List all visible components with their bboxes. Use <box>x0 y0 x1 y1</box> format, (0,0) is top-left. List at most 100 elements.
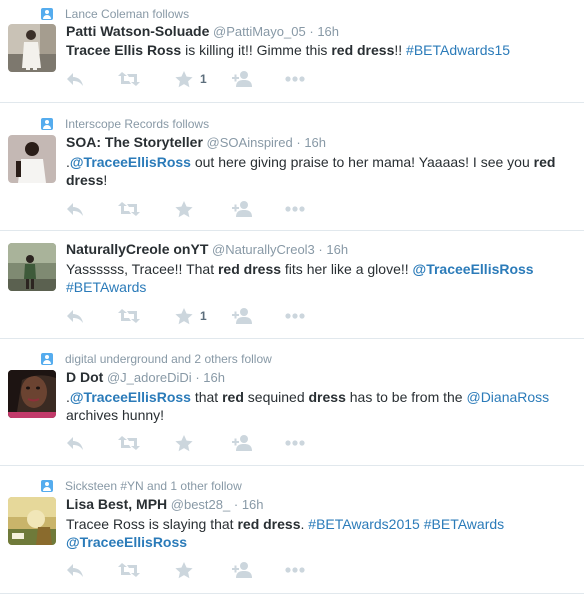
timestamp[interactable]: 16h <box>326 242 348 257</box>
reply-button[interactable] <box>66 200 84 218</box>
text-segment: !! <box>394 42 407 58</box>
separator: · <box>296 135 301 150</box>
mention-link[interactable]: @TraceeEllisRoss <box>70 154 191 170</box>
retweet-button[interactable] <box>118 200 140 218</box>
user-handle[interactable]: @NaturallyCreol3 <box>212 242 315 257</box>
follow-button[interactable] <box>232 561 254 579</box>
hashtag-link[interactable]: #BETAdwards15 <box>406 42 510 58</box>
user-handle[interactable]: @best28_ <box>171 497 230 512</box>
timestamp[interactable]: 16h <box>317 24 339 39</box>
favorite-button[interactable] <box>175 200 200 218</box>
display-name[interactable]: NaturallyCreole onYT <box>66 241 208 257</box>
text-segment: out here giving praise to her mama! Yaaa… <box>190 154 534 170</box>
more-button[interactable] <box>285 434 305 452</box>
keyword: red dress <box>331 42 395 58</box>
reply-icon <box>67 203 83 216</box>
timestamp[interactable]: 16h <box>242 497 264 512</box>
reply-button[interactable] <box>66 561 84 579</box>
follow-button[interactable] <box>232 200 254 218</box>
hashtag-link[interactable]: #BETAwards <box>424 516 504 532</box>
avatar[interactable] <box>8 497 56 545</box>
user-handle[interactable]: @J_adoreDiDi <box>107 370 192 385</box>
text-segment: ! <box>103 172 108 188</box>
tweet-item[interactable]: Lance Coleman follows Patti Watson-Solua… <box>0 0 584 103</box>
reply-icon <box>67 73 83 86</box>
keyword: red dress <box>237 516 301 532</box>
more-button[interactable] <box>285 70 305 88</box>
avatar[interactable] <box>8 135 56 183</box>
tweet-text: .@TraceeEllisRoss that red sequined dres… <box>66 388 576 424</box>
follow-button[interactable] <box>232 307 254 325</box>
reply-button[interactable] <box>66 70 84 88</box>
tweet-text-line: .@TraceeEllisRoss out here giving praise… <box>66 153 576 171</box>
avatar[interactable] <box>8 24 56 72</box>
tweet-text-line: dress! <box>66 171 576 189</box>
favorite-count: 1 <box>200 72 207 86</box>
tweet-item[interactable]: digital underground and 2 others follow … <box>0 339 584 466</box>
tweet-header: D Dot @J_adoreDiDi · 16h <box>66 369 225 385</box>
more-icon <box>285 440 305 446</box>
person-icon <box>41 353 53 365</box>
favorite-button[interactable] <box>175 434 200 452</box>
tweet-text: Yassssss, Tracee!! That red dress fits h… <box>66 260 576 296</box>
retweet-button[interactable] <box>118 70 140 88</box>
star-icon <box>175 307 193 324</box>
retweet-button[interactable] <box>118 434 140 452</box>
tweet-header: Lisa Best, MPH @best28_ · 16h <box>66 496 264 512</box>
bold-text: Tracee Ellis Ross <box>66 42 182 58</box>
user-handle[interactable]: @PattiMayo_05 <box>213 24 306 39</box>
mention-link[interactable]: @TraceeEllisRoss <box>70 389 191 405</box>
tweet-text-line: #BETAwards <box>66 278 576 296</box>
separator: · <box>309 24 314 39</box>
follow-context: Sicksteen #YN and 1 other follow <box>41 478 242 494</box>
retweet-icon <box>118 72 140 86</box>
follow-context-text: Sicksteen #YN and 1 other follow <box>65 479 242 493</box>
retweet-button[interactable] <box>118 561 140 579</box>
favorite-button[interactable]: 1 <box>175 70 207 88</box>
more-button[interactable] <box>285 561 305 579</box>
star-icon <box>175 434 193 451</box>
reply-icon <box>67 310 83 323</box>
tweet-item[interactable]: NaturallyCreole onYT @NaturallyCreol3 · … <box>0 231 584 339</box>
favorite-button[interactable]: 1 <box>175 307 207 325</box>
display-name[interactable]: Patti Watson-Soluade <box>66 23 209 39</box>
tweet-text-line: archives hunny! <box>66 406 576 424</box>
timestamp[interactable]: 16h <box>203 370 225 385</box>
retweet-button[interactable] <box>118 307 140 325</box>
follow-context: Lance Coleman follows <box>41 6 189 22</box>
display-name[interactable]: D Dot <box>66 369 103 385</box>
mention-link[interactable]: @DianaRoss <box>466 389 549 405</box>
tweet-text-line: Tracee Ellis Ross is killing it!! Gimme … <box>66 41 576 59</box>
more-button[interactable] <box>285 200 305 218</box>
hashtag-link[interactable]: #BETAwards <box>66 279 146 295</box>
mention-link[interactable]: @TraceeEllisRoss <box>413 261 534 277</box>
favorite-button[interactable] <box>175 561 200 579</box>
tweet-text-line: Tracee Ross is slaying that red dress. #… <box>66 515 576 533</box>
text-segment: is killing it!! Gimme this <box>181 42 332 58</box>
star-icon <box>175 70 193 87</box>
more-button[interactable] <box>285 307 305 325</box>
tweet-item[interactable]: Sicksteen #YN and 1 other follow Lisa Be… <box>0 466 584 594</box>
timestamp[interactable]: 16h <box>304 135 326 150</box>
tweet-item[interactable]: Interscope Records follows SOA: The Stor… <box>0 103 584 231</box>
star-icon <box>175 200 193 217</box>
follow-context: Interscope Records follows <box>41 116 209 132</box>
display-name[interactable]: Lisa Best, MPH <box>66 496 167 512</box>
text-segment: Tracee Ross is slaying that <box>66 516 238 532</box>
tweet-text-line: @TraceeEllisRoss <box>66 533 576 551</box>
mention-link[interactable]: @TraceeEllisRoss <box>66 534 187 550</box>
avatar[interactable] <box>8 370 56 418</box>
keyword: dress <box>66 172 104 188</box>
follow-button[interactable] <box>232 434 254 452</box>
display-name[interactable]: SOA: The Storyteller <box>66 134 203 150</box>
reply-button[interactable] <box>66 434 84 452</box>
hashtag-link[interactable]: #BETAwards2015 <box>308 516 420 532</box>
more-icon <box>285 313 305 319</box>
avatar[interactable] <box>8 243 56 291</box>
reply-button[interactable] <box>66 307 84 325</box>
user-handle[interactable]: @SOAinspired <box>207 135 293 150</box>
add-user-icon <box>232 435 252 451</box>
text-segment: Yassssss, Tracee!! That <box>66 261 218 277</box>
follow-button[interactable] <box>232 70 254 88</box>
retweet-icon <box>118 309 140 323</box>
